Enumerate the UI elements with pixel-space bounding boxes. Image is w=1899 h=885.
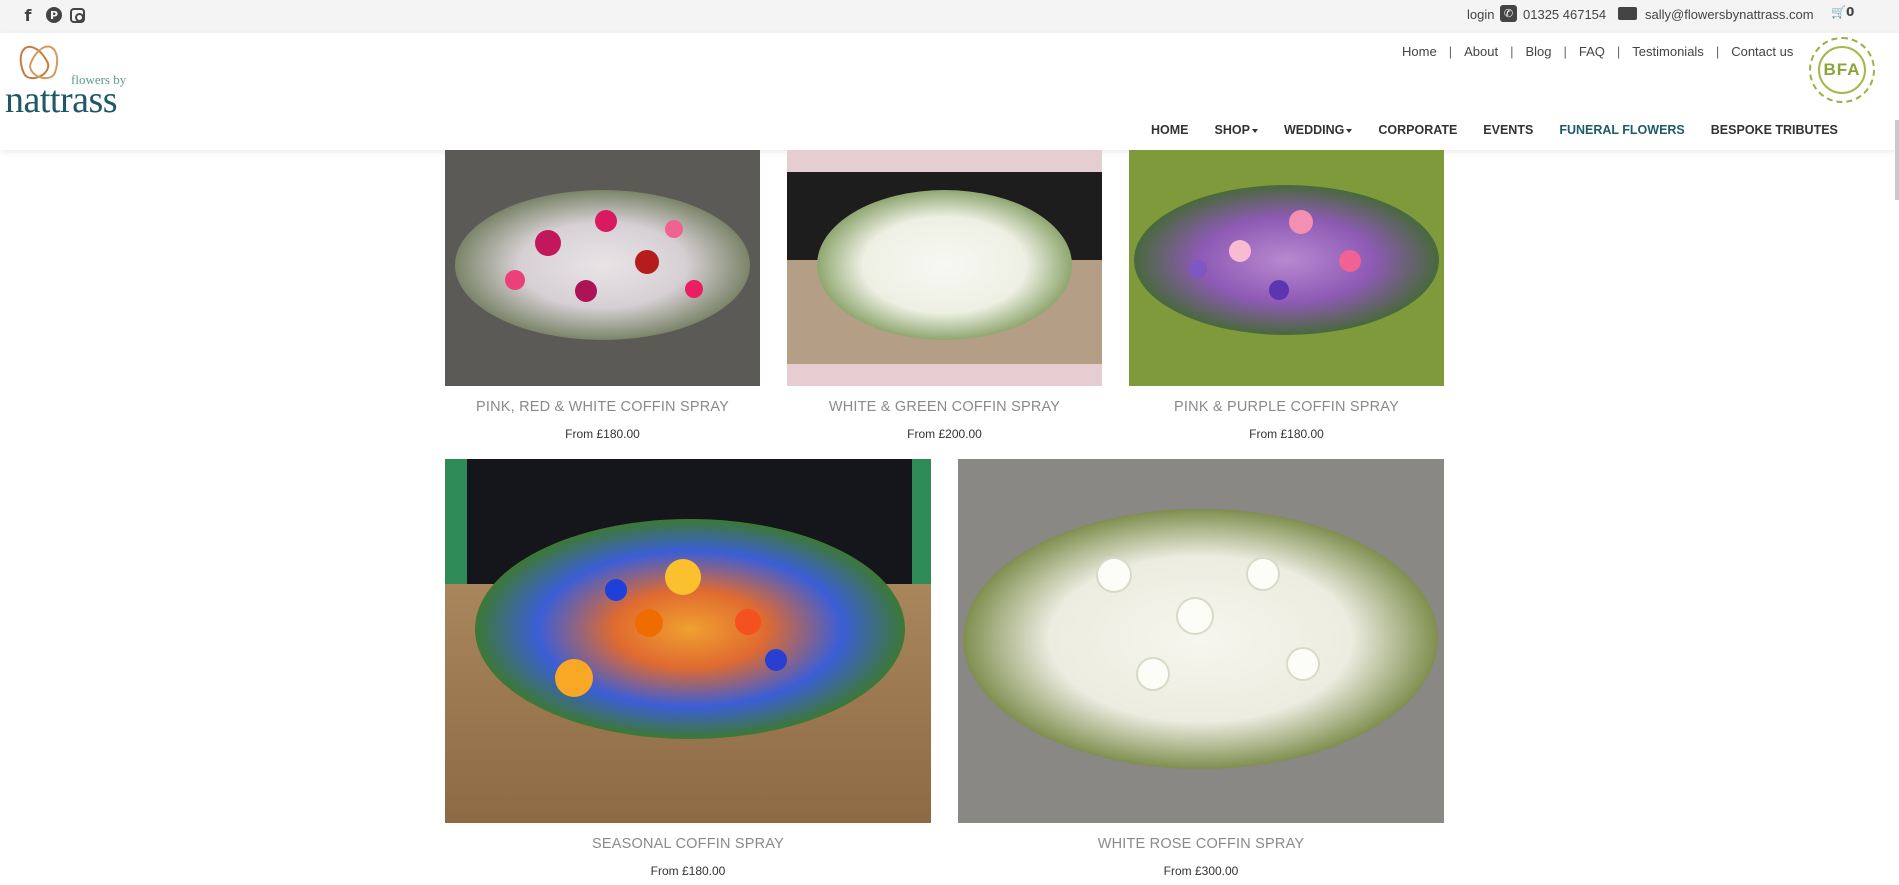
product-price: From £180.00 (1249, 427, 1324, 441)
util-nav-contact[interactable]: Contact us (1731, 44, 1793, 59)
product-title[interactable]: WHITE & GREEN COFFIN SPRAY (787, 399, 1102, 415)
cart-count: 0 (1845, 5, 1855, 19)
site-logo[interactable]: flowers by nattrass (5, 45, 137, 119)
facebook-icon[interactable]: f (18, 5, 38, 25)
divider: | (1616, 44, 1621, 59)
util-nav-home[interactable]: Home (1402, 44, 1437, 59)
nav-events[interactable]: EVENTS (1483, 123, 1533, 137)
product-title[interactable]: PINK & PURPLE COFFIN SPRAY (1129, 399, 1444, 415)
nav-events-label: EVENTS (1483, 123, 1534, 137)
nav-funeral-flowers-label: FUNERAL FLOWERS (1559, 123, 1685, 137)
site-header: flowers by nattrass Home | About | Blog | F… (0, 33, 1899, 150)
login-link[interactable]: login (1467, 7, 1494, 22)
divider: | (1510, 44, 1514, 59)
nav-home-label: HOME (1151, 123, 1189, 137)
phone-link[interactable]: 01325 467154 (1523, 7, 1606, 22)
nav-wedding-label: WEDDING (1283, 123, 1345, 137)
product-title[interactable]: WHITE ROSE COFFIN SPRAY (958, 836, 1444, 852)
nav-shop-label: SHOP (1214, 123, 1250, 137)
product-card[interactable]: WHITE ROSE COFFIN SPRAY From £300.00 (958, 459, 1444, 878)
product-price: From £200.00 (907, 427, 982, 441)
pinterest-icon[interactable]: P (46, 7, 62, 23)
product-price: From £180.00 (650, 864, 726, 878)
nav-wedding[interactable]: WEDDING (1283, 123, 1353, 137)
product-image[interactable] (445, 459, 931, 823)
product-price: From £180.00 (565, 427, 640, 441)
top-bar: f P login ✆ 01325 467154 sally@flowersby… (0, 0, 1899, 33)
product-card[interactable]: SEASONAL COFFIN SPRAY From £180.00 (445, 459, 931, 878)
logo-petals-icon (11, 45, 61, 79)
product-card[interactable]: WHITE & GREEN COFFIN SPRAY From £200.00 (787, 150, 1102, 441)
util-nav-about[interactable]: About (1464, 44, 1498, 59)
product-image[interactable] (445, 150, 760, 386)
nav-bespoke-tributes-label: BESPOKE TRIBUTES (1710, 123, 1838, 137)
product-image[interactable] (787, 150, 1102, 386)
page-scrollbar[interactable] (1895, 120, 1899, 200)
nav-corporate-label: CORPORATE (1378, 123, 1458, 137)
bfa-badge-text: BFA (1823, 60, 1861, 79)
product-image[interactable] (1129, 150, 1444, 386)
divider: | (1448, 44, 1453, 59)
phone-icon: ✆ (1500, 5, 1517, 22)
util-nav-testimonials[interactable]: Testimonials (1632, 44, 1704, 59)
product-price: From £300.00 (1163, 864, 1239, 878)
bfa-badge[interactable]: BFA (1809, 37, 1875, 103)
nav-funeral-flowers[interactable]: FUNERAL FLOWERS (1559, 123, 1684, 137)
product-image[interactable] (958, 459, 1444, 823)
product-card[interactable]: PINK & PURPLE COFFIN SPRAY From £180.00 (1129, 150, 1444, 441)
nav-home[interactable]: HOME (1151, 123, 1189, 137)
caret-down-icon (1251, 128, 1258, 133)
bfa-badge-inner: BFA (1818, 46, 1866, 94)
divider: | (1715, 44, 1720, 59)
utility-nav: Home | About | Blog | FAQ | Testimonials | Co… (1402, 44, 1793, 59)
product-title[interactable]: SEASONAL COFFIN SPRAY (445, 836, 931, 852)
instagram-icon[interactable] (70, 8, 85, 23)
divider: | (1563, 44, 1567, 59)
cart-link[interactable]: 🛒0 (1831, 5, 1854, 19)
nav-corporate[interactable]: CORPORATE (1378, 123, 1457, 137)
envelope-icon (1618, 7, 1637, 20)
email-link[interactable]: sally@flowersbynattrass.com (1645, 7, 1814, 22)
util-nav-faq[interactable]: FAQ (1579, 44, 1605, 59)
caret-down-icon (1346, 128, 1353, 133)
logo-name: nattrass (5, 79, 118, 121)
util-nav-blog[interactable]: Blog (1525, 44, 1551, 59)
main-nav: HOME SHOP WEDDING CORPORATE EVENTS FUNER… (1151, 123, 1864, 137)
product-card[interactable]: PINK, RED & WHITE COFFIN SPRAY From £180… (445, 150, 760, 441)
social-links: f P (18, 5, 85, 25)
product-title[interactable]: PINK, RED & WHITE COFFIN SPRAY (445, 399, 760, 415)
nav-bespoke-tributes[interactable]: BESPOKE TRIBUTES (1711, 123, 1838, 137)
nav-shop[interactable]: SHOP (1215, 123, 1258, 137)
cart-icon: 🛒 (1831, 5, 1846, 19)
